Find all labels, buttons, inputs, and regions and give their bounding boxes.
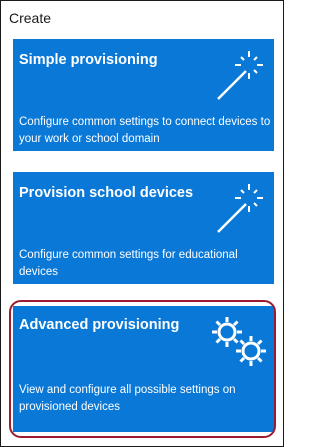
simple-provisioning-tile[interactable]: Simple provisioning Configure common set… bbox=[13, 39, 274, 151]
tile-description: Configure common settings for educationa… bbox=[19, 249, 238, 278]
tile-title: Provision school devices bbox=[19, 185, 194, 201]
tile-title: Advanced provisioning bbox=[19, 317, 180, 333]
tile-title: Simple provisioning bbox=[19, 52, 158, 68]
gears-icon bbox=[209, 314, 271, 375]
magic-wand-icon bbox=[208, 44, 268, 109]
advanced-provisioning-tile[interactable]: Advanced provisioning View and configure… bbox=[13, 306, 274, 432]
create-panel: Create Simple provisioning Configure com bbox=[0, 0, 284, 447]
tile-description: Configure common settings to connect dev… bbox=[19, 116, 271, 145]
panel-title: Create bbox=[9, 10, 52, 26]
tile-description: View and configure all possible settings… bbox=[19, 384, 236, 413]
magic-wand-icon bbox=[208, 177, 268, 242]
provision-school-devices-tile[interactable]: Provision school devices Configure commo… bbox=[13, 172, 274, 284]
